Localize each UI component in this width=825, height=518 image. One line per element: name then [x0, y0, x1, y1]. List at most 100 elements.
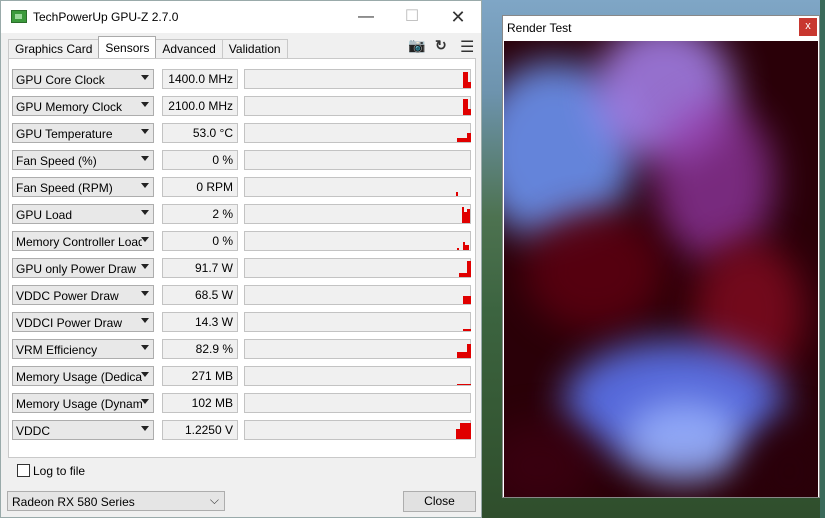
sensor-value: 68.5 W	[162, 285, 238, 305]
sensor-row: GPU Memory Clock 2100.0 MHz	[12, 96, 472, 118]
sensor-row: Fan Speed (RPM) 0 RPM	[12, 177, 472, 199]
dropdown-arrow-icon	[141, 345, 149, 350]
sensor-select[interactable]: GPU Core Clock	[12, 69, 154, 89]
graph-bar	[467, 261, 471, 277]
sensor-row: VDDC 1.2250 V	[12, 420, 472, 442]
graph-bar	[457, 352, 467, 358]
title-bar[interactable]: TechPowerUp GPU-Z 2.7.0 — ☐ ✕	[1, 1, 481, 33]
window-title: TechPowerUp GPU-Z 2.7.0	[33, 10, 179, 24]
sensor-row: GPU Load 2 %	[12, 204, 472, 226]
sensor-row: GPU only Power Draw 91.7 W	[12, 258, 472, 280]
sensor-row: VDDCI Power Draw 14.3 W	[12, 312, 472, 334]
sensor-graph	[244, 258, 471, 278]
dropdown-arrow-icon	[141, 399, 149, 404]
log-to-file-label: Log to file	[33, 464, 86, 478]
sensor-row: VRM Efficiency 82.9 %	[12, 339, 472, 361]
gpu-select-dropdown[interactable]: Radeon RX 580 Series ⌵	[7, 491, 225, 511]
sensor-label: Memory Usage (Dedicated)	[16, 370, 142, 384]
sensor-graph	[244, 231, 471, 251]
window-close-button[interactable]: ✕	[435, 1, 481, 33]
dropdown-arrow-icon	[141, 291, 149, 296]
sensor-row: VDDC Power Draw 68.5 W	[12, 285, 472, 307]
sensor-value: 91.7 W	[162, 258, 238, 278]
sensor-select[interactable]: VRM Efficiency	[12, 339, 154, 359]
sensor-value: 2100.0 MHz	[162, 96, 238, 116]
hamburger-menu-icon[interactable]: ☰	[460, 37, 474, 57]
minimize-button[interactable]: —	[343, 1, 389, 33]
sensor-graph	[244, 393, 471, 413]
log-to-file-checkbox[interactable]	[17, 464, 30, 477]
sensor-row: GPU Core Clock 1400.0 MHz	[12, 69, 472, 91]
tab-sensors[interactable]: Sensors	[98, 36, 157, 58]
sensor-value: 102 MB	[162, 393, 238, 413]
sensor-value: 271 MB	[162, 366, 238, 386]
tab-graphics-card[interactable]: Graphics Card	[8, 39, 100, 58]
sensor-select[interactable]: Fan Speed (RPM)	[12, 177, 154, 197]
dropdown-arrow-icon	[141, 426, 149, 431]
sensor-graph	[244, 366, 471, 386]
sensor-label: Fan Speed (%)	[16, 154, 97, 168]
sensor-select[interactable]: Memory Usage (Dynamic)	[12, 393, 154, 413]
sensor-value: 0 RPM	[162, 177, 238, 197]
sensor-select[interactable]: Fan Speed (%)	[12, 150, 154, 170]
sensor-select[interactable]: Memory Usage (Dedicated)	[12, 366, 154, 386]
sensor-row: Memory Controller Load 0 %	[12, 231, 472, 253]
sensor-label: Fan Speed (RPM)	[16, 181, 113, 195]
gpu-select-value: Radeon RX 580 Series	[12, 495, 135, 509]
graph-bar	[456, 192, 458, 196]
sensor-graph	[244, 123, 471, 143]
tab-advanced[interactable]: Advanced	[155, 39, 223, 58]
sensor-row: Memory Usage (Dynamic) 102 MB	[12, 393, 472, 415]
dropdown-arrow-icon	[141, 264, 149, 269]
refresh-icon[interactable]: ↻	[435, 37, 447, 54]
tab-validation[interactable]: Validation	[221, 39, 288, 58]
maximize-button[interactable]: ☐	[389, 1, 435, 33]
render-close-button[interactable]: x	[799, 18, 817, 36]
gpuz-window: TechPowerUp GPU-Z 2.7.0 — ☐ ✕ Graphics C…	[0, 0, 482, 518]
sensor-graph	[244, 177, 471, 197]
dropdown-arrow-icon	[141, 102, 149, 107]
sensor-label: VDDC Power Draw	[16, 289, 119, 303]
render-window-title: Render Test	[507, 21, 572, 35]
sensor-graph	[244, 150, 471, 170]
sensor-value: 1.2250 V	[162, 420, 238, 440]
sensor-row: Memory Usage (Dedicated) 271 MB	[12, 366, 472, 388]
render-canvas	[504, 41, 818, 497]
sensor-label: GPU only Power Draw	[16, 262, 137, 276]
sensor-graph	[244, 69, 471, 89]
sensor-select[interactable]: GPU only Power Draw	[12, 258, 154, 278]
sensor-value: 14.3 W	[162, 312, 238, 332]
graph-bar	[467, 133, 471, 142]
sensor-label: VDDCI Power Draw	[16, 316, 123, 330]
sensor-select[interactable]: VDDCI Power Draw	[12, 312, 154, 332]
graph-bar	[468, 109, 471, 115]
sensor-value: 82.9 %	[162, 339, 238, 359]
sensor-label: GPU Load	[16, 208, 73, 222]
sensor-label: GPU Core Clock	[16, 73, 105, 87]
sensor-select[interactable]: GPU Memory Clock	[12, 96, 154, 116]
dropdown-arrow-icon	[141, 156, 149, 161]
sensor-label: GPU Memory Clock	[16, 100, 123, 114]
sensor-value: 53.0 °C	[162, 123, 238, 143]
dropdown-arrow-icon	[141, 75, 149, 80]
sensor-label: GPU Temperature	[16, 127, 113, 141]
sensor-select[interactable]: VDDC	[12, 420, 154, 440]
sensor-select[interactable]: GPU Load	[12, 204, 154, 224]
graph-bar	[467, 209, 470, 223]
graph-bar	[457, 248, 459, 250]
dropdown-arrow-icon	[141, 129, 149, 134]
close-button[interactable]: Close	[403, 491, 476, 512]
sensor-label: VRM Efficiency	[16, 343, 98, 357]
render-test-window: Render Test x	[502, 15, 820, 498]
sensor-select[interactable]: GPU Temperature	[12, 123, 154, 143]
camera-icon[interactable]: 📷	[408, 37, 425, 54]
sensor-value: 0 %	[162, 231, 238, 251]
dropdown-arrow-icon	[141, 372, 149, 377]
dropdown-arrow-icon	[141, 318, 149, 323]
graph-bar	[459, 273, 467, 277]
sensor-select[interactable]: VDDC Power Draw	[12, 285, 154, 305]
sensor-graph	[244, 339, 471, 359]
sensor-select[interactable]: Memory Controller Load	[12, 231, 154, 251]
sensor-value: 2 %	[162, 204, 238, 224]
graph-bar	[463, 296, 471, 304]
